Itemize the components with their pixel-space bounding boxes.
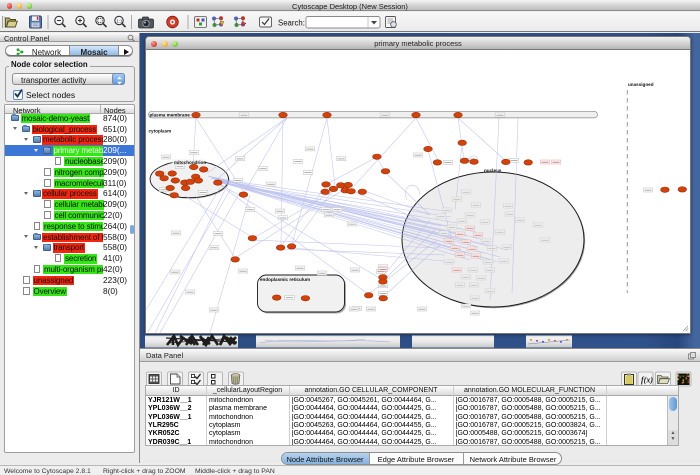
svg-text:1:1: 1:1 <box>116 18 123 23</box>
svg-text:cytoplasm: cytoplasm <box>149 129 172 134</box>
svg-text:mitochondrion: mitochondrion <box>174 160 206 165</box>
svg-text:endoplasmic reticulum: endoplasmic reticulum <box>260 277 310 282</box>
svg-text:Search:: Search: <box>278 19 305 28</box>
svg-text:unassigned: unassigned <box>628 82 654 87</box>
svg-text:nucleus: nucleus <box>484 168 502 173</box>
svg-text:plasma membrane: plasma membrane <box>150 113 191 118</box>
svg-text:f(x): f(x) <box>641 376 653 385</box>
